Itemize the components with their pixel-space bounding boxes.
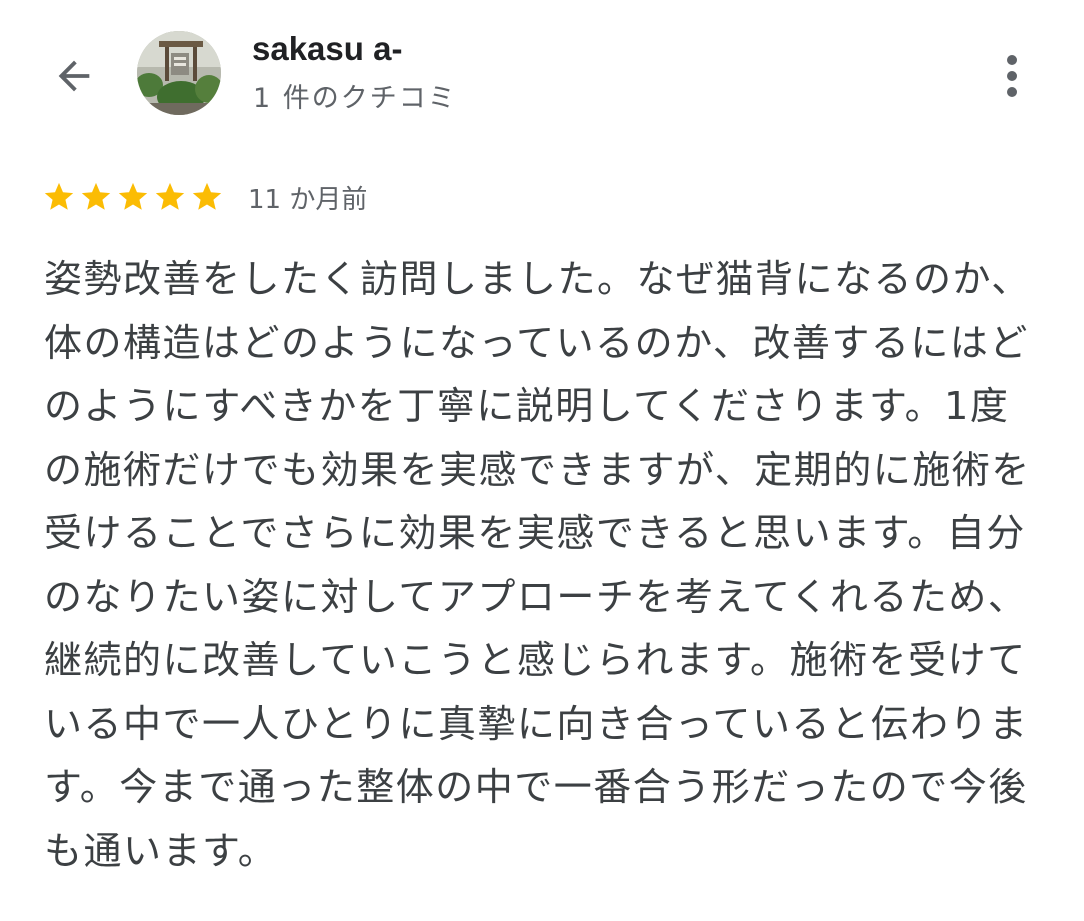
review-count: 1 件のクチコミ (253, 83, 457, 114)
star-icon (192, 182, 222, 210)
review-text: 姿勢改善をしたく訪問しました。なぜ猫背になるのか、体の構造はどのようになっている… (44, 257, 1031, 873)
star-icon (118, 182, 148, 210)
rating-row: 11 か月前 (42, 176, 367, 218)
star-icon (44, 182, 74, 210)
review-date: 11 か月前 (248, 184, 368, 215)
star-icon (155, 182, 185, 210)
more-options-button[interactable] (990, 48, 1034, 104)
arrow-back-icon (58, 60, 90, 92)
back-button[interactable] (44, 46, 104, 106)
star-rating (42, 180, 224, 214)
more-vert-icon (1007, 55, 1017, 97)
avatar[interactable] (137, 31, 221, 115)
star-icon (81, 182, 111, 210)
review-header: sakasu a- 1 件のクチコミ (0, 0, 1084, 150)
user-name[interactable]: sakasu a- (252, 30, 402, 68)
avatar-photo (137, 31, 221, 115)
